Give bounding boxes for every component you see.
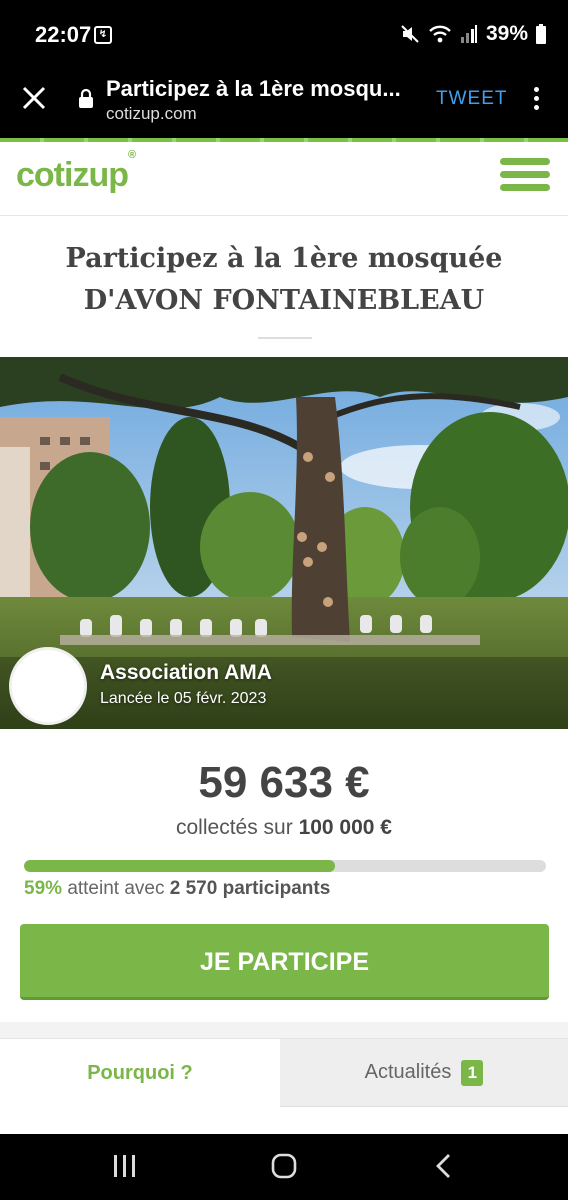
- content-tabs: Pourquoi ? Actualités 1: [0, 1038, 568, 1107]
- progress-fill: [24, 860, 336, 872]
- close-icon[interactable]: [20, 84, 48, 112]
- battery-percent: 39%: [485, 22, 528, 45]
- tab-actualites-label: Actualités: [364, 1061, 452, 1083]
- tab-pourquoi[interactable]: Pourquoi ?: [0, 1039, 280, 1107]
- web-page: cotizup® Participez à la 1ère mosquée D'…: [0, 138, 568, 1134]
- home-icon[interactable]: [270, 1152, 298, 1180]
- more-options-icon[interactable]: [530, 84, 542, 114]
- park-prayer-photo: [0, 357, 568, 729]
- goal-text: collectés sur 100 000 €: [0, 816, 568, 840]
- participants-count: 2 570 participants: [169, 878, 331, 899]
- battery-icon: [536, 24, 546, 44]
- browser-page-title: Participez à la 1ère mosqu...: [106, 76, 401, 101]
- progress-percent: 59%: [24, 878, 63, 899]
- association-avatar[interactable]: [9, 647, 87, 725]
- campaign-title: Participez à la 1ère mosquée D'AVON FONT…: [20, 238, 548, 322]
- back-icon[interactable]: [432, 1152, 456, 1180]
- status-bar: 22:07 ↯ 39%: [0, 0, 568, 68]
- signal-icon: [460, 25, 477, 43]
- association-name[interactable]: Association AMA: [100, 661, 272, 685]
- cotizup-logo[interactable]: cotizup®: [16, 149, 136, 195]
- tab-actualites[interactable]: Actualités 1: [280, 1039, 568, 1107]
- launch-date: Lancée le 05 févr. 2023: [100, 690, 267, 707]
- progress-bar: [24, 860, 546, 872]
- browser-bar: Participez à la 1ère mosqu... cotizup.co…: [0, 68, 568, 138]
- reached-text: atteint avec: [67, 878, 165, 899]
- hamburger-menu-icon[interactable]: [500, 158, 550, 196]
- campaign-title-line1: Participez à la 1ère mosquée: [65, 243, 503, 274]
- participate-button[interactable]: JE PARTICIPE: [20, 924, 549, 1000]
- goal-prefix: collectés sur: [176, 816, 293, 839]
- campaign-photo: Association AMA Lancée le 05 févr. 2023: [0, 357, 568, 729]
- title-divider: [258, 337, 312, 339]
- lock-icon: [79, 88, 93, 108]
- system-navigation-bar: [0, 1134, 568, 1200]
- status-icons: 39%: [400, 22, 546, 46]
- notification-icon: ↯: [94, 26, 112, 44]
- recent-apps-icon[interactable]: [112, 1152, 138, 1180]
- progress-text: 59% atteint avec 2 570 participants: [24, 878, 330, 900]
- mute-icon: [401, 25, 419, 43]
- actualites-count-badge: 1: [461, 1059, 484, 1086]
- amount-collected: 59 633 €: [198, 758, 370, 807]
- tweet-button[interactable]: TWEET: [436, 88, 508, 110]
- wifi-icon: [429, 25, 451, 43]
- status-time: 22:07: [35, 22, 92, 47]
- tab-pourquoi-label: Pourquoi ?: [87, 1061, 193, 1084]
- site-header: cotizup®: [0, 142, 568, 216]
- browser-url[interactable]: cotizup.com: [106, 104, 197, 124]
- campaign-title-line2: D'AVON FONTAINEBLEAU: [83, 285, 485, 316]
- goal-amount: 100 000 €: [298, 816, 392, 839]
